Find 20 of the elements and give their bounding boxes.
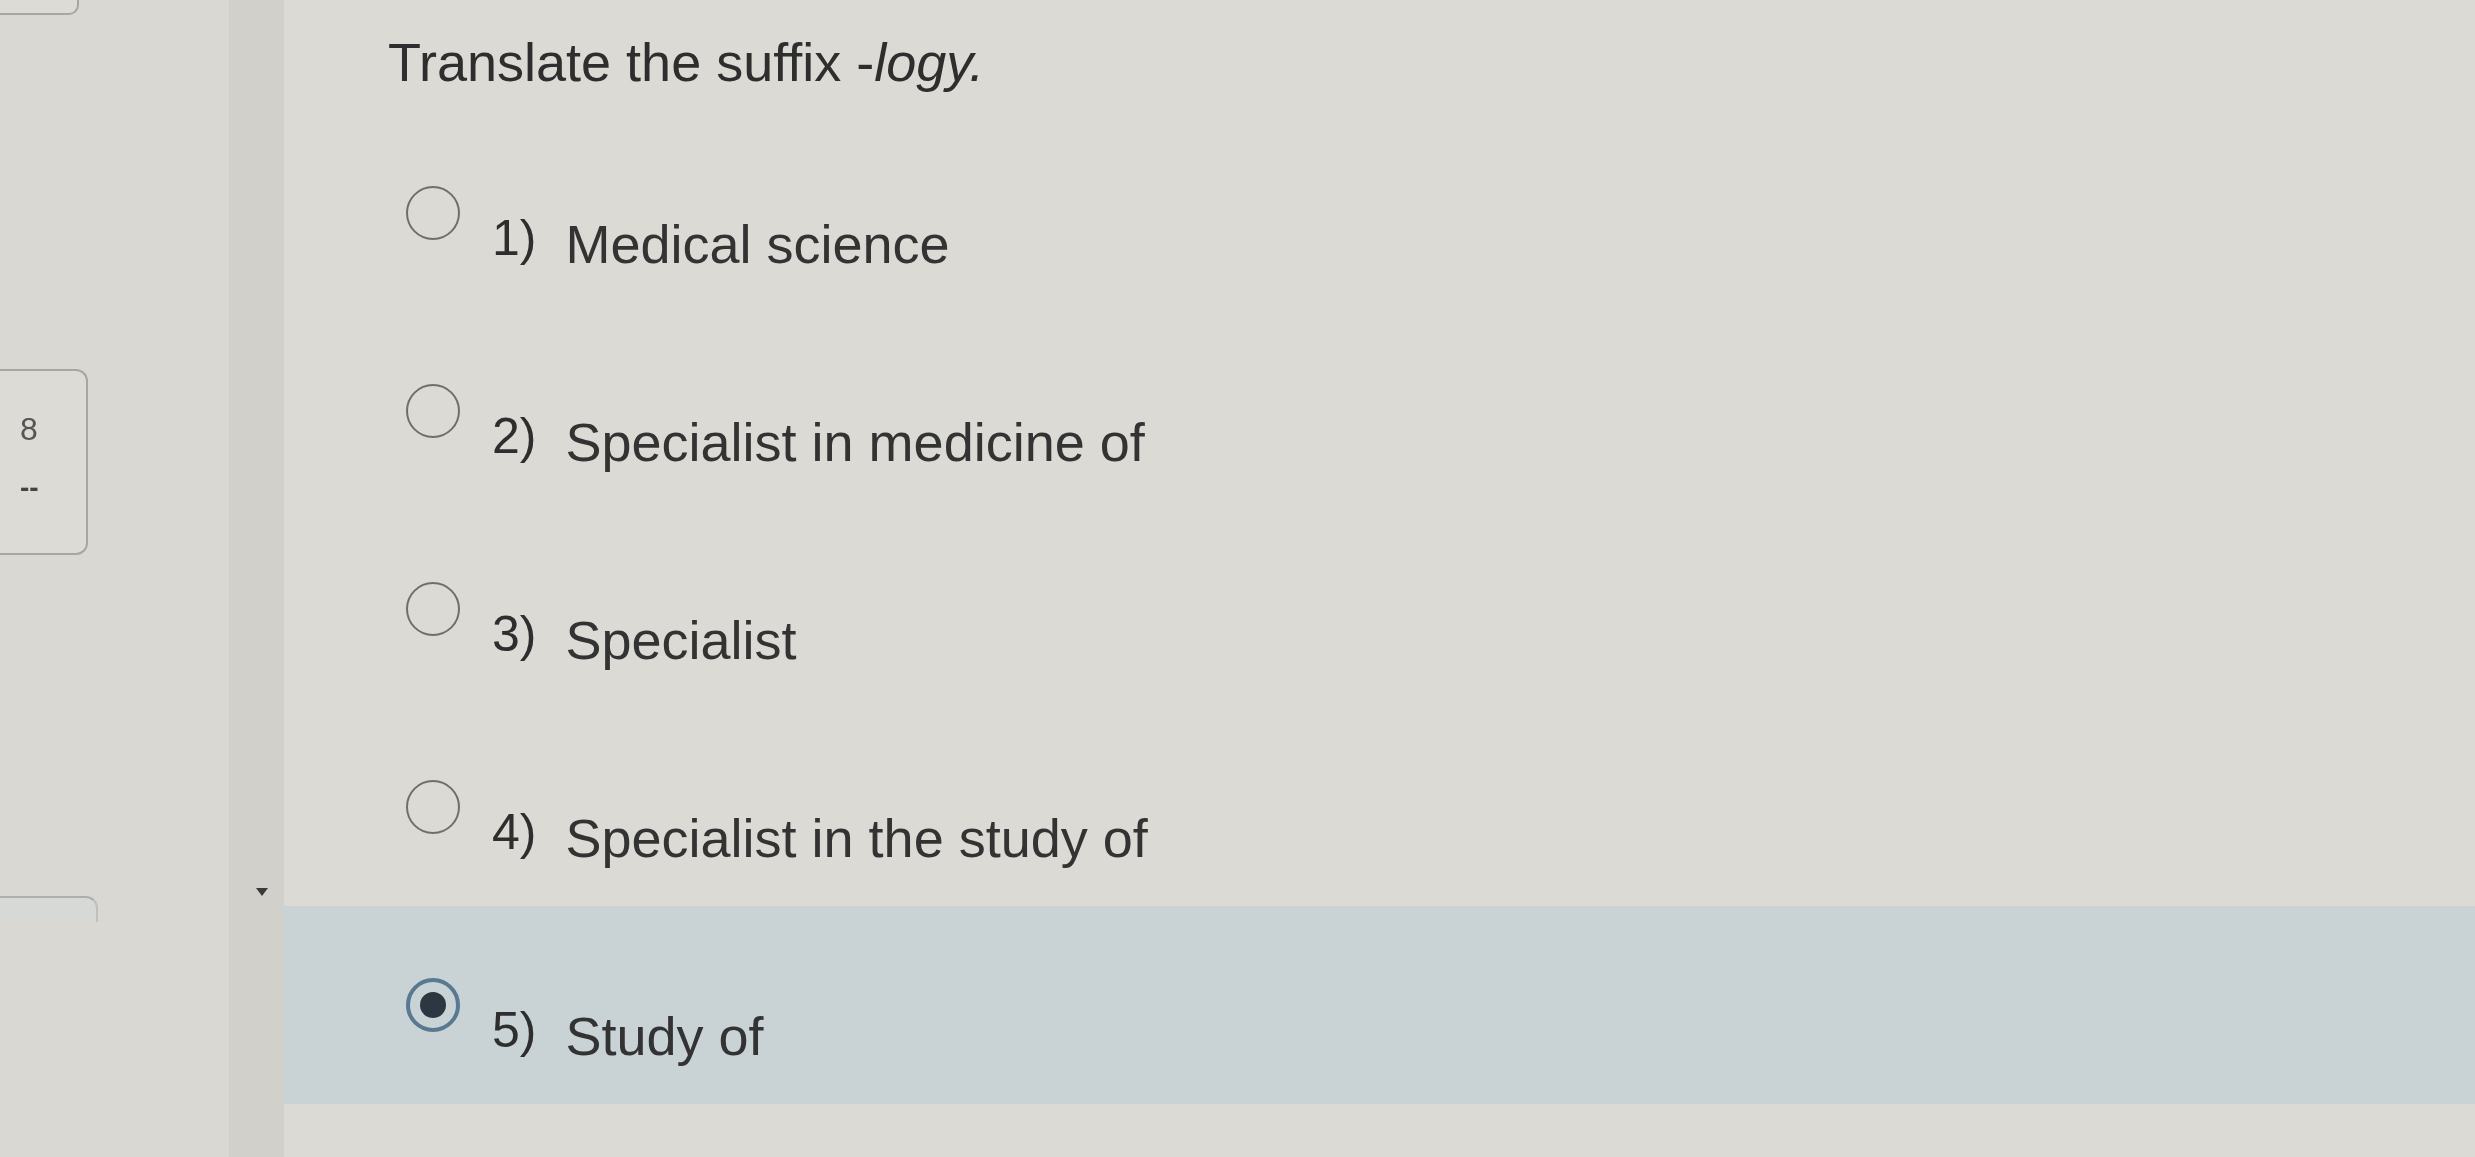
option-number: 4)	[492, 803, 537, 862]
option-number: 5)	[492, 1001, 537, 1060]
radio-button[interactable]	[406, 186, 460, 240]
option-number: 2)	[492, 407, 537, 466]
caret-icon[interactable]	[256, 888, 268, 896]
option-label: Specialist	[565, 609, 797, 672]
question-number: 8	[20, 411, 38, 447]
question-status: --	[20, 473, 39, 503]
option-label: Specialist in the study of	[565, 807, 1148, 870]
option-label: Medical science	[565, 213, 950, 276]
question-card[interactable]: 8 --	[0, 369, 88, 555]
radio-button[interactable]	[406, 384, 460, 438]
option-label: Study of	[565, 1005, 764, 1068]
radio-button[interactable]	[406, 780, 460, 834]
option-number: 3)	[492, 605, 537, 664]
option-number: 1)	[492, 209, 537, 268]
radio-button[interactable]	[406, 978, 460, 1032]
question-prompt: Translate the suffix -logy.	[387, 31, 985, 94]
radio-button[interactable]	[406, 582, 460, 636]
option-label: Specialist in medicine of	[565, 411, 1145, 474]
